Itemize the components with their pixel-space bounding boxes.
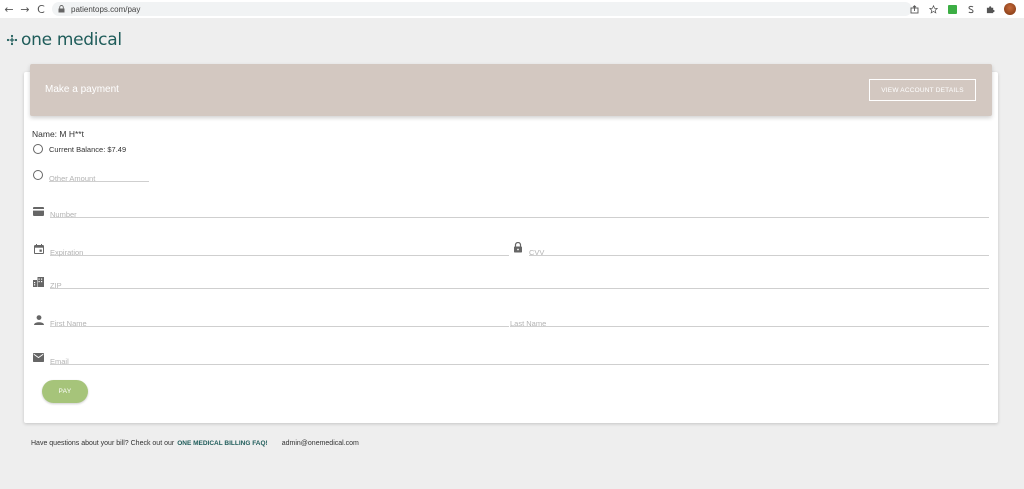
pay-button[interactable]: PAY (42, 380, 88, 403)
cvv-input[interactable] (529, 246, 989, 259)
first-name-input[interactable] (50, 317, 509, 330)
current-balance-radio[interactable] (33, 144, 43, 154)
last-name-field (510, 313, 989, 330)
current-balance-label: Current Balance: $7.49 (49, 144, 127, 154)
address-bar[interactable]: patientops.com/pay (52, 2, 912, 16)
puzzle-icon[interactable] (985, 4, 995, 14)
reload-icon[interactable]: C (34, 2, 48, 16)
other-amount-field-wrap (49, 168, 149, 183)
lock-icon (512, 242, 523, 253)
first-name-field (50, 313, 509, 330)
star-icon[interactable] (928, 4, 938, 14)
logo-mark-icon (6, 34, 18, 46)
patient-name: Name: M H**t (32, 129, 84, 139)
banner-title: Make a payment (45, 84, 119, 95)
lock-icon (58, 5, 66, 13)
building-icon (33, 276, 44, 287)
s-extension-icon[interactable] (966, 4, 976, 14)
view-account-details-button[interactable]: VIEW ACCOUNT DETAILS (869, 79, 976, 101)
zip-input[interactable] (50, 279, 989, 292)
footer: Have questions about your bill? Check ou… (31, 440, 359, 447)
extension-green-icon[interactable] (947, 4, 957, 14)
back-icon[interactable]: ← (2, 2, 16, 16)
expiration-field (50, 242, 509, 259)
profile-avatar[interactable] (1004, 3, 1016, 15)
browser-toolbar: ← → C patientops.com/pay (0, 0, 1024, 18)
expiration-input[interactable] (50, 246, 509, 259)
browser-actions (909, 2, 1016, 16)
email-field (50, 351, 989, 368)
email-input[interactable] (50, 355, 989, 368)
footer-question: Have questions about your bill? Check ou… (31, 440, 175, 447)
payment-banner: Make a payment VIEW ACCOUNT DETAILS (30, 64, 992, 116)
url-text: patientops.com/pay (71, 4, 141, 14)
person-icon (33, 314, 44, 325)
mail-icon (33, 352, 44, 363)
card-number-input[interactable] (50, 208, 989, 221)
last-name-input[interactable] (510, 317, 989, 330)
other-amount-option[interactable] (33, 168, 149, 183)
zip-field (50, 275, 989, 292)
card-number-field (50, 204, 989, 221)
other-amount-input[interactable] (49, 174, 149, 183)
cvv-field (529, 242, 989, 259)
contact-email[interactable]: admin@onemedical.com (282, 440, 359, 447)
share-icon[interactable] (909, 4, 919, 14)
current-balance-option[interactable]: Current Balance: $7.49 (33, 144, 126, 154)
forward-icon[interactable]: → (18, 2, 32, 16)
logo-text: one medical (21, 30, 122, 50)
other-amount-radio[interactable] (33, 170, 43, 180)
billing-faq-link[interactable]: ONE MEDICAL BILLING FAQ! (177, 440, 268, 447)
calendar-icon (33, 243, 44, 254)
credit-card-icon (33, 206, 44, 217)
brand-logo[interactable]: one medical (6, 30, 122, 50)
